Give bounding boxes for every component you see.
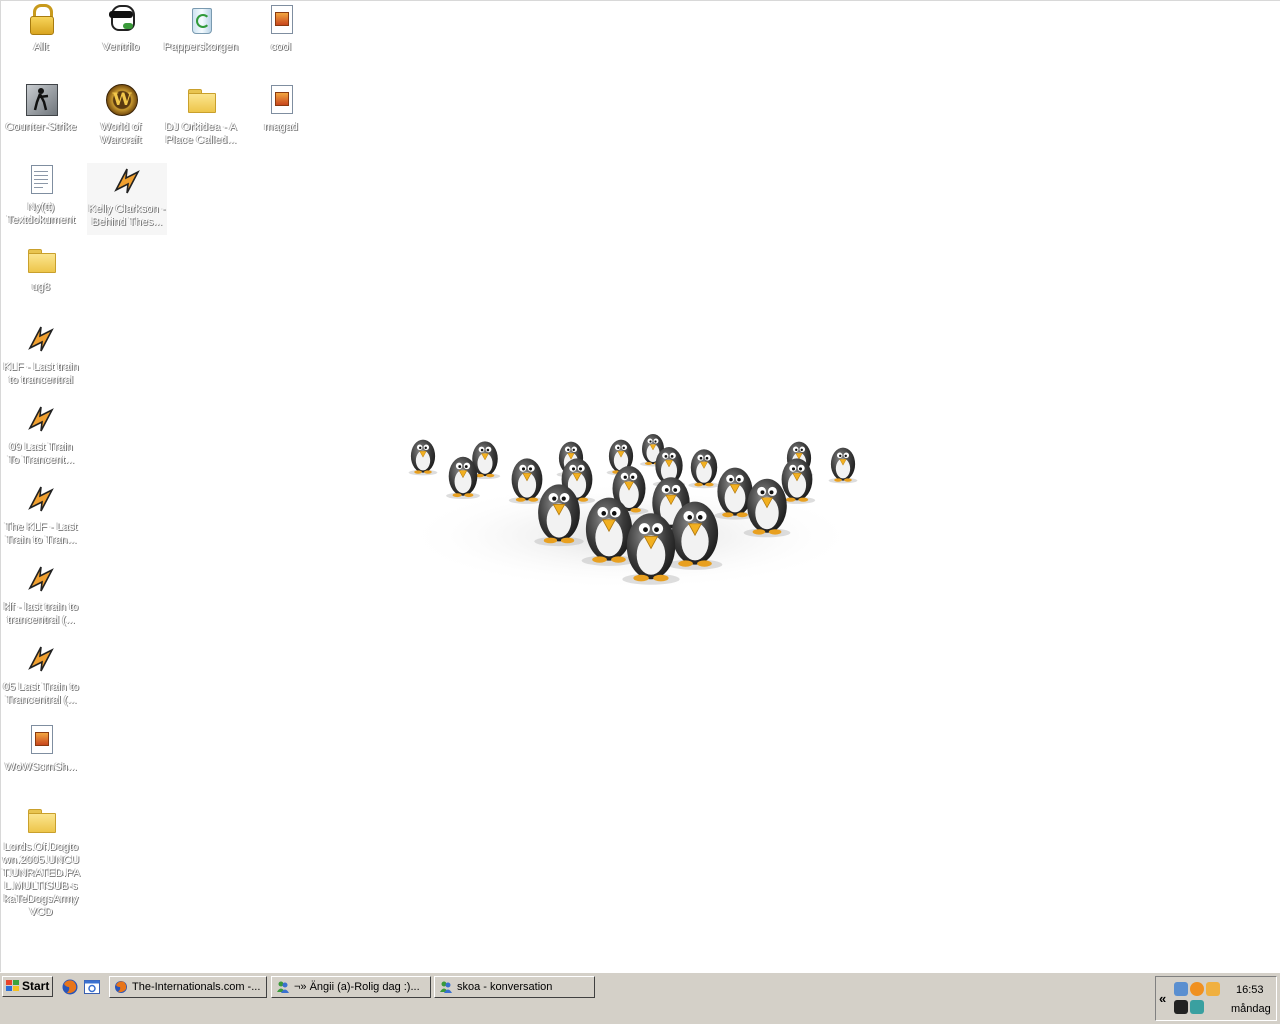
recycle-bin-icon bbox=[185, 3, 217, 35]
text-document-icon bbox=[25, 163, 57, 195]
desktop-icon-dj-orkidea[interactable]: DJ Orkidea - A Place Called... bbox=[161, 83, 241, 147]
desktop-icon-label: World of Warcraft bbox=[100, 121, 142, 146]
winamp-icon bbox=[25, 563, 57, 595]
world-of-warcraft-icon: W bbox=[105, 83, 138, 116]
folder-icon bbox=[25, 243, 57, 275]
desktop-icon-label: The KLF - Last Train to Tran... bbox=[4, 521, 78, 546]
msn-chat-icon bbox=[440, 981, 452, 993]
winamp-icon bbox=[25, 643, 57, 675]
desktop-icon-klf-4[interactable]: klf - last train to trancentral (... bbox=[1, 563, 81, 627]
start-label: Start bbox=[22, 979, 50, 993]
task-label: The-Internationals.com -... bbox=[132, 981, 261, 993]
desktop-icon-label: KLF - Last train to trancentral bbox=[3, 361, 79, 386]
penguin bbox=[688, 449, 720, 489]
firefox-icon[interactable] bbox=[61, 978, 79, 996]
penguin bbox=[828, 447, 858, 484]
msn-chat-icon bbox=[277, 981, 289, 993]
folder-icon bbox=[185, 83, 217, 115]
show-desktop-icon[interactable] bbox=[83, 978, 101, 996]
clock-day: måndag bbox=[1231, 1003, 1271, 1015]
image-file-icon bbox=[25, 723, 57, 755]
penguin-wallpaper bbox=[401, 434, 861, 591]
desktop-icon-label: cool bbox=[270, 41, 292, 53]
desktop-icon-label: Allt bbox=[33, 41, 49, 53]
desktop-icon-klf-1[interactable]: KLF - Last train to trancentral bbox=[1, 323, 81, 387]
image-file-icon bbox=[265, 83, 297, 115]
desktop-icon-ug8[interactable]: ug8 bbox=[1, 243, 81, 294]
folder-icon bbox=[25, 803, 57, 835]
desktop-icon-papperskorgen[interactable]: Papperskorgen bbox=[161, 3, 241, 54]
desktop-icon-label: Lords.Of.Dogtown.2005.UNCUT.UNRATED.PAL.… bbox=[2, 841, 80, 918]
desktop-icon-label: klf - last train to trancentral (... bbox=[3, 601, 79, 626]
taskbar: Start The-Internationals.com -... ¬» Äng… bbox=[0, 972, 1280, 1024]
counter-strike-icon bbox=[25, 83, 58, 116]
penguin bbox=[408, 439, 438, 476]
desktop-icon-cool[interactable]: cool bbox=[241, 3, 321, 54]
lock-icon bbox=[25, 3, 57, 35]
winamp-icon bbox=[25, 323, 57, 355]
desktop-icon-label: 05 Last Train to Trancentral (... bbox=[3, 681, 79, 706]
desktop-icon-label: magad bbox=[264, 121, 298, 133]
desktop-icon-magad[interactable]: magad bbox=[241, 83, 321, 134]
messenger-tray-icon[interactable] bbox=[1190, 1000, 1204, 1014]
network-icon[interactable] bbox=[1174, 982, 1188, 996]
desktop-icon-counter-strike[interactable]: Counter-Strike bbox=[1, 83, 81, 134]
desktop-icon-world-of-warcraft[interactable]: W World of Warcraft bbox=[81, 83, 161, 147]
winamp-tray-icon[interactable] bbox=[1206, 982, 1220, 996]
task-label: skoa - konversation bbox=[457, 981, 553, 993]
desktop-icon-allt[interactable]: Allt bbox=[1, 3, 81, 54]
firefox-tray-icon[interactable] bbox=[1190, 982, 1204, 996]
desktop-icon-lords-of-dogtown[interactable]: Lords.Of.Dogtown.2005.UNCUT.UNRATED.PAL.… bbox=[1, 803, 81, 919]
desktop-icon-ventrilo[interactable]: Ventrilo bbox=[81, 3, 161, 54]
winamp-icon bbox=[111, 165, 143, 197]
desktop-icon-klf-5[interactable]: 05 Last Train to Trancentral (... bbox=[1, 643, 81, 707]
desktop-icon-label: ug8 bbox=[31, 281, 51, 293]
steam-icon[interactable] bbox=[1174, 1000, 1188, 1014]
windows-flag-icon bbox=[6, 980, 19, 992]
desktop-icon-wowscrnshot[interactable]: WoWScrnSh... bbox=[1, 723, 81, 774]
desktop-icon-kelly-clarkson[interactable]: Kelly Clarkson - Behind Thes... bbox=[87, 163, 167, 235]
desktop-icon-label: WoWScrnSh... bbox=[5, 761, 77, 773]
image-file-icon bbox=[265, 3, 297, 35]
desktop-icon-label: DJ Orkidea - A Place Called... bbox=[165, 121, 237, 146]
desktop-icon-textdokument[interactable]: Ny(tt) Textdokument bbox=[1, 163, 81, 227]
winamp-icon bbox=[25, 403, 57, 435]
task-label: ¬» Ängii (a)-Rolig dag :)... bbox=[294, 981, 420, 993]
desktop-icon-label: Ny(tt) Textdokument bbox=[6, 201, 76, 226]
taskbar-task-chat-2[interactable]: skoa - konversation bbox=[434, 976, 595, 998]
desktop-icon-klf-3[interactable]: The KLF - Last Train to Tran... bbox=[1, 483, 81, 547]
desktop[interactable]: Allt Ventrilo Papperskorgen cool Counter… bbox=[0, 0, 1280, 972]
start-button[interactable]: Start bbox=[2, 976, 53, 997]
desktop-icon-label: Ventrilo bbox=[102, 41, 140, 53]
desktop-icon-klf-2[interactable]: 09 Last Train To Trancent... bbox=[1, 403, 81, 467]
desktop-icon-label: Papperskorgen bbox=[163, 41, 239, 53]
firefox-icon bbox=[115, 981, 127, 993]
desktop-icon-label: 09 Last Train To Trancent... bbox=[7, 441, 75, 466]
desktop-icon-label: Counter-Strike bbox=[5, 121, 77, 133]
winamp-icon bbox=[25, 483, 57, 515]
taskbar-task-chat-1[interactable]: ¬» Ängii (a)-Rolig dag :)... bbox=[271, 976, 431, 998]
taskbar-task-browser[interactable]: The-Internationals.com -... bbox=[109, 976, 267, 998]
ventrilo-icon bbox=[105, 3, 137, 35]
tray-expand-button[interactable]: « bbox=[1159, 991, 1166, 1006]
system-tray: « 16:53 måndag bbox=[1155, 976, 1277, 1021]
clock-time[interactable]: 16:53 bbox=[1236, 984, 1264, 996]
desktop-icon-label: Kelly Clarkson - Behind Thes... bbox=[88, 203, 166, 228]
